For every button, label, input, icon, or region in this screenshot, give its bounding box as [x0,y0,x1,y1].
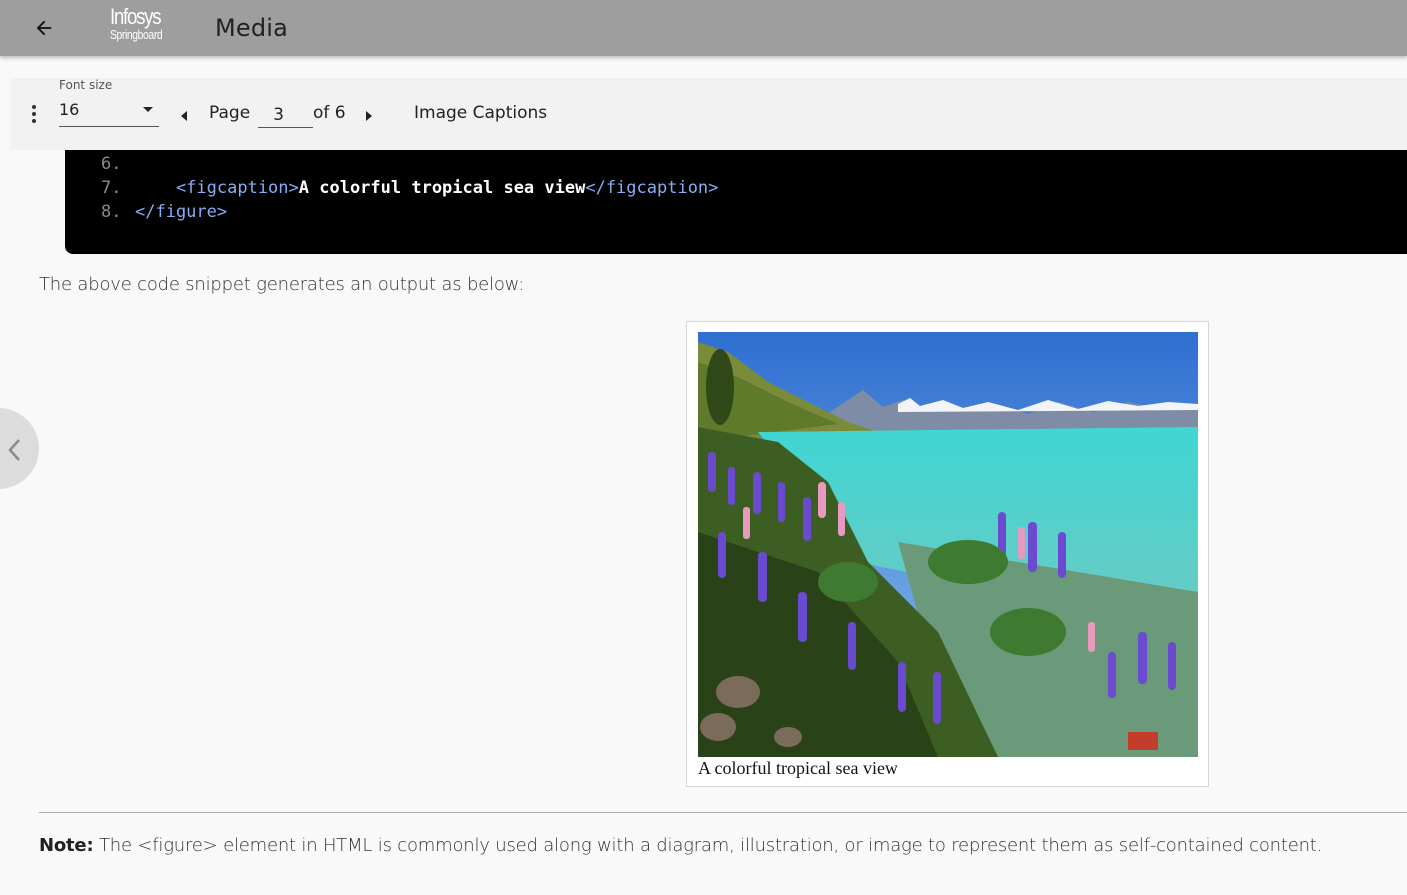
next-page-button[interactable] [363,108,375,124]
code-text: A colorful tropical sea view [298,178,586,198]
font-size-label: Font size [59,78,113,92]
tropical-sea-image [698,332,1198,757]
intro-text: The above code snippet generates an outp… [39,274,525,295]
font-size-value: 16 [59,100,80,119]
caret-left-icon [181,111,187,121]
line-number: 6. [101,154,122,174]
page-number-input[interactable] [258,102,313,128]
page-total: of 6 [313,103,346,123]
chevron-left-icon [8,439,20,461]
code-source: <figcaption>A colorful tropical sea view… [135,178,718,198]
infosys-springboard-logo: Infosys Springboard [110,4,163,42]
section-title: Image Captions [414,103,548,123]
dropdown-caret-icon [143,107,153,112]
previous-page-button[interactable] [178,108,190,124]
note-label: Note: [39,835,94,856]
figure-output: A colorful tropical sea view [686,321,1209,787]
line-number: 8. [101,202,122,222]
arrow-left-icon [36,20,52,36]
note-text: Note: The <figure> element in HTML is co… [39,835,1322,856]
app-bar: Infosys Springboard Media [0,0,1407,56]
figure-caption: A colorful tropical sea view [698,758,898,778]
previous-section-tab[interactable] [0,408,39,489]
page-title: Media [215,14,289,42]
code-source: </figure> [135,202,227,222]
reader-toolbar: Font size 16 Page of 6 Image Captions [10,78,1407,150]
page-label: Page [209,103,251,123]
code-snippet: 6. 7. <figcaption>A colorful tropical sea… [65,150,1407,254]
code-tag: </figcaption> [585,178,719,198]
divider [39,812,1407,813]
more-options-icon[interactable] [30,105,38,127]
line-number: 7. [101,178,122,198]
code-tag: </figure> [135,202,228,222]
back-button[interactable] [30,14,58,42]
caret-right-icon [366,111,372,121]
font-size-select[interactable]: 16 [59,97,159,127]
code-tag: <figcaption> [135,178,299,198]
note-body: The <figure> element in HTML is commonly… [93,835,1323,856]
